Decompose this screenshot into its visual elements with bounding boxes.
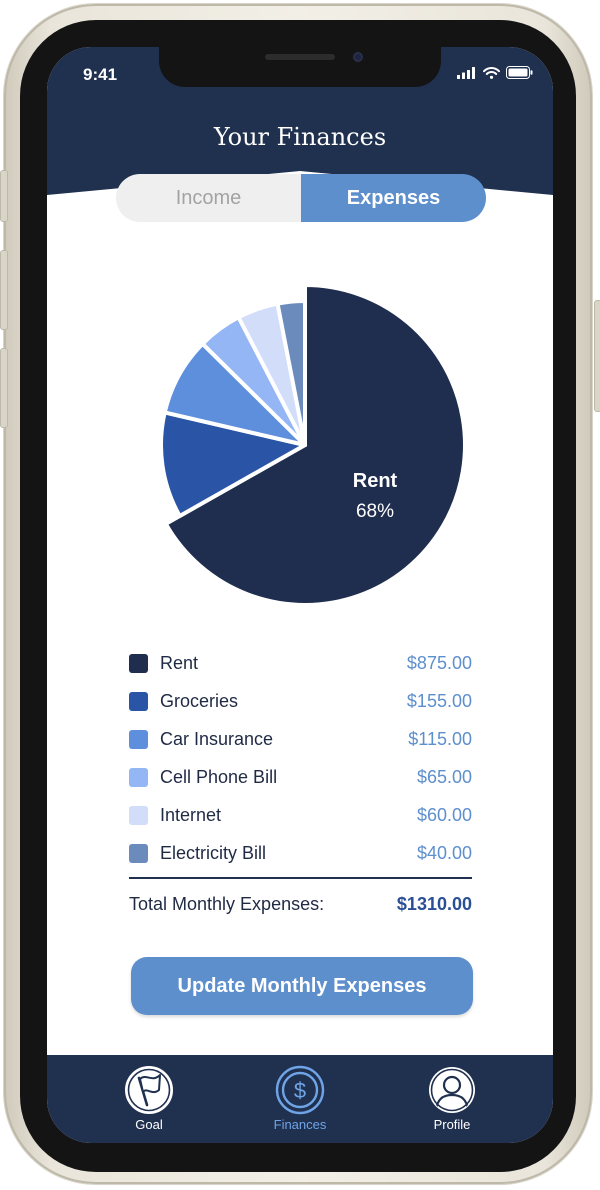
- pie-center-percent: 68%: [356, 501, 394, 522]
- tab-goal[interactable]: Goal: [99, 1065, 199, 1132]
- legend-amount: $115.00: [408, 728, 472, 749]
- cellular-signal-icon: [457, 66, 475, 79]
- legend-swatch: [129, 843, 148, 863]
- total-value: $1310.00: [396, 894, 472, 914]
- side-button: [594, 300, 600, 412]
- tab-profile-label: Profile: [433, 1117, 471, 1132]
- pie-center-name: Rent: [353, 470, 398, 492]
- svg-text:$: $: [294, 1078, 306, 1103]
- battery-icon: [506, 66, 533, 79]
- legend-item: Electricity Bill $40.00: [129, 834, 472, 872]
- tab-finances[interactable]: $ Finances: [250, 1065, 350, 1132]
- legend-swatch: [129, 805, 148, 825]
- legend-item: Rent $875.00: [129, 644, 472, 682]
- total-divider: [129, 877, 472, 879]
- income-tab[interactable]: Income: [116, 174, 301, 222]
- phone-screen: 9:41 Your Finances Income Expenses Rent 6…: [47, 47, 553, 1143]
- legend-label: Internet: [160, 804, 222, 825]
- notch: [159, 47, 441, 87]
- tab-finances-label: Finances: [273, 1117, 327, 1132]
- side-button: [0, 348, 8, 428]
- status-time: 9:41: [83, 65, 118, 84]
- legend-amount: $875.00: [406, 652, 472, 673]
- legend-amount: $155.00: [406, 690, 472, 711]
- person-icon: [429, 1067, 475, 1113]
- legend-swatch: [129, 653, 148, 673]
- page-title: Your Finances: [213, 123, 387, 151]
- legend-label: Cell Phone Bill: [160, 766, 278, 787]
- front-camera: [353, 52, 363, 62]
- legend-label: Groceries: [160, 690, 239, 711]
- side-button: [0, 170, 8, 222]
- legend-label: Car Insurance: [160, 728, 274, 749]
- tab-goal-label: Goal: [135, 1117, 163, 1132]
- status-icons: [457, 66, 533, 79]
- legend-item: Car Insurance $115.00: [129, 720, 472, 758]
- income-expenses-toggle: Income Expenses: [116, 174, 486, 222]
- legend-swatch: [129, 767, 148, 787]
- legend-item: Cell Phone Bill $65.00: [129, 758, 472, 796]
- legend-swatch: [129, 729, 148, 749]
- legend-amount: $40.00: [416, 842, 472, 863]
- expense-pie-chart: Rent 68%: [159, 283, 467, 607]
- legend-swatch: [129, 691, 148, 711]
- update-expenses-button[interactable]: Update Monthly Expenses: [131, 957, 473, 1015]
- legend-item: Internet $60.00: [129, 796, 472, 834]
- speaker-grille: [265, 54, 335, 60]
- dollar-icon: $: [275, 1065, 325, 1115]
- tab-bar: Goal $ Finances Profile: [47, 1055, 553, 1143]
- total-label: Total Monthly Expenses:: [129, 894, 325, 914]
- expense-legend: Rent $875.00 Groceries $155.00 Car Insurance…: [129, 644, 472, 872]
- wifi-icon: [483, 66, 500, 79]
- expenses-tab[interactable]: Expenses: [301, 174, 486, 222]
- legend-amount: $60.00: [416, 804, 472, 825]
- flag-icon: [125, 1066, 173, 1114]
- legend-label: Electricity Bill: [160, 842, 267, 863]
- legend-label: Rent: [160, 652, 199, 673]
- legend-amount: $65.00: [416, 766, 472, 787]
- legend-item: Groceries $155.00: [129, 682, 472, 720]
- tab-profile[interactable]: Profile: [402, 1065, 502, 1132]
- side-button: [0, 250, 8, 330]
